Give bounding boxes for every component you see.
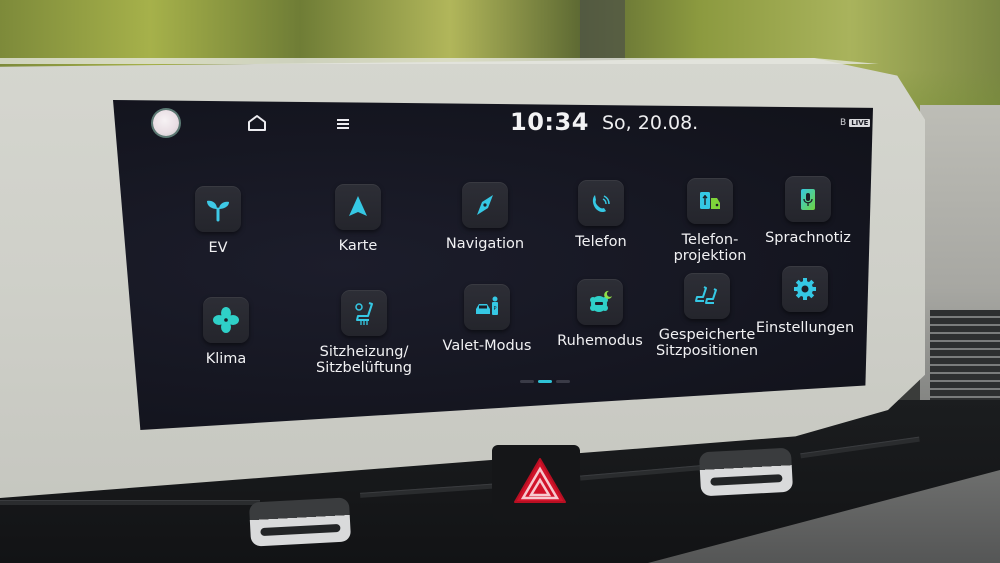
app-label: Sprachnotiz bbox=[765, 230, 851, 246]
app-sprachnotiz[interactable]: Sprachnotiz bbox=[743, 176, 873, 246]
app-tile bbox=[335, 184, 381, 230]
vent-adjuster-right[interactable] bbox=[698, 447, 794, 497]
app-tile bbox=[687, 178, 733, 224]
app-tile bbox=[195, 186, 241, 232]
app-label: Einstellungen bbox=[755, 320, 855, 336]
app-label: Telefon- projektion bbox=[674, 232, 747, 264]
vent-slat bbox=[0, 500, 260, 505]
app-label: Klima bbox=[205, 351, 247, 367]
app-tile bbox=[578, 180, 624, 226]
app-tile bbox=[462, 182, 508, 228]
label-line: projektion bbox=[673, 248, 747, 264]
app-label: Navigation bbox=[445, 236, 525, 252]
app-valet-modus[interactable]: P Valet-Modus bbox=[422, 284, 552, 354]
valet-icon: P bbox=[476, 296, 498, 315]
hazard-triangle-icon bbox=[514, 458, 566, 503]
app-ev[interactable]: EV bbox=[153, 186, 283, 256]
status-indicators: B LIVE bbox=[840, 118, 871, 128]
phone-projection-icon bbox=[700, 192, 720, 209]
app-einstellungen[interactable]: Einstellungen bbox=[740, 266, 870, 336]
gear-icon bbox=[794, 278, 816, 300]
sprout-icon bbox=[207, 200, 229, 222]
profile-circle-icon[interactable] bbox=[153, 110, 179, 136]
app-label: Karte bbox=[338, 238, 378, 254]
seat-memory-icon bbox=[695, 286, 717, 304]
app-klima[interactable]: Klima bbox=[161, 297, 291, 367]
live-badge: LIVE bbox=[849, 119, 871, 127]
seat-heating-icon bbox=[355, 302, 373, 325]
menu-icon bbox=[337, 119, 349, 129]
app-tile bbox=[684, 273, 730, 319]
label-line: Sitzpositionen bbox=[655, 343, 759, 359]
app-label: Sitzheizung/ Sitzbelüftung bbox=[316, 344, 412, 376]
menu-button[interactable] bbox=[335, 116, 351, 130]
quiet-mode-icon bbox=[590, 290, 612, 312]
home-button[interactable] bbox=[247, 114, 267, 132]
date: So, 20.08. bbox=[602, 112, 699, 134]
page-dot-active[interactable] bbox=[538, 380, 552, 383]
label-line: Sitzheizung/ bbox=[319, 344, 409, 360]
page-dot[interactable] bbox=[520, 380, 534, 383]
svg-text:P: P bbox=[493, 306, 496, 312]
label-line: Telefon- bbox=[681, 232, 739, 248]
page-dot[interactable] bbox=[556, 380, 570, 383]
app-tile bbox=[782, 266, 828, 312]
hazard-button[interactable] bbox=[512, 456, 568, 506]
bluetooth-indicator-icon: B bbox=[840, 118, 847, 128]
voice-memo-icon bbox=[801, 189, 815, 210]
app-navigation[interactable]: Navigation bbox=[420, 182, 550, 252]
app-tile bbox=[577, 279, 623, 325]
app-label: Telefon bbox=[575, 234, 627, 250]
app-karte[interactable]: Karte bbox=[293, 184, 423, 254]
app-label: EV bbox=[208, 240, 228, 256]
app-label: Valet-Modus bbox=[442, 338, 532, 354]
app-tile bbox=[341, 290, 387, 336]
compass-icon bbox=[477, 195, 493, 215]
fan-icon bbox=[213, 307, 239, 333]
infotainment-screen bbox=[113, 100, 873, 430]
home-icon bbox=[248, 115, 266, 131]
label-line: Sitzbelüftung bbox=[316, 360, 412, 376]
app-label: Ruhemodus bbox=[557, 333, 643, 349]
page-indicator[interactable] bbox=[520, 380, 570, 383]
app-tile: P bbox=[464, 284, 510, 330]
phone-icon bbox=[592, 195, 610, 213]
bezel-highlight bbox=[0, 58, 879, 64]
clock: 10:34 bbox=[510, 108, 589, 136]
vent-adjuster-left[interactable] bbox=[248, 497, 352, 547]
map-arrow-icon bbox=[349, 196, 367, 216]
app-sitzheizung[interactable]: Sitzheizung/ Sitzbelüftung bbox=[299, 290, 429, 376]
app-tile bbox=[203, 297, 249, 343]
app-tile bbox=[785, 176, 831, 222]
